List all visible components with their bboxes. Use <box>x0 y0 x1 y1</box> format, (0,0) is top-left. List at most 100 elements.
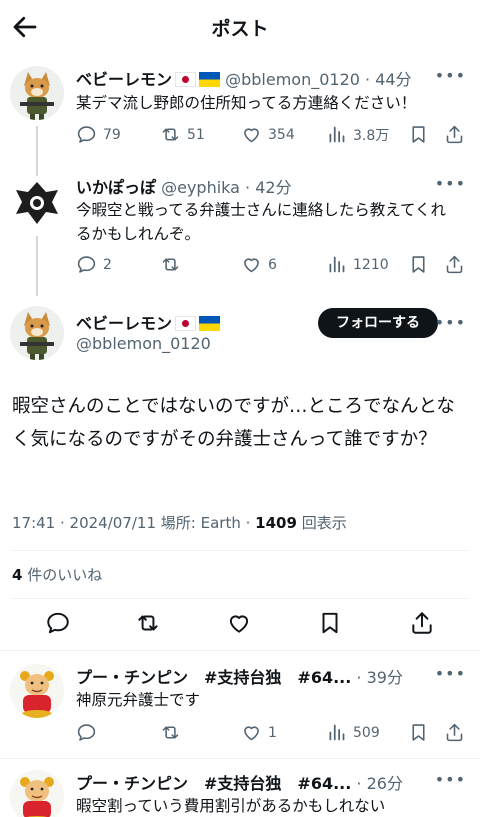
avatar[interactable] <box>10 306 64 360</box>
bookmark-button[interactable] <box>408 722 435 743</box>
top-bar: ポスト <box>0 0 480 54</box>
more-dots-icon[interactable]: ••• <box>435 174 466 193</box>
post-date: 2024/07/11 <box>69 514 157 532</box>
retweet-button[interactable] <box>160 254 187 275</box>
author-handle[interactable]: @eyphika <box>161 178 240 197</box>
bookmark-button[interactable] <box>408 254 435 275</box>
more-dots-icon[interactable]: ••• <box>435 664 466 683</box>
comment-icon <box>76 124 97 145</box>
likes-label: 件のいいね <box>27 566 103 584</box>
reply-button[interactable] <box>76 722 103 743</box>
retweet-icon <box>160 124 181 145</box>
share-icon <box>444 124 465 145</box>
thread-tweet[interactable]: いかぽっぽ @eyphika · 42分 ••• 今暇空と戦ってる弁護士さんに連… <box>0 172 480 296</box>
avatar[interactable] <box>10 770 64 817</box>
author-handle[interactable]: @bblemon_0120 <box>225 70 360 89</box>
reply-button[interactable]: 2 <box>76 254 112 275</box>
retweet-button[interactable] <box>160 722 187 743</box>
views-button[interactable]: 3.8万 <box>326 124 389 145</box>
share-button[interactable] <box>444 124 471 145</box>
share-icon[interactable] <box>409 610 435 636</box>
views-label: 回表示 <box>301 514 347 532</box>
follow-button[interactable]: フォローする <box>318 308 438 338</box>
ukraine-flag-icon <box>199 72 221 87</box>
more-dots-icon[interactable]: ••• <box>435 66 466 85</box>
heart-icon <box>241 722 262 743</box>
action-bar: 79 51 354 3.8万 <box>76 124 466 146</box>
like-button[interactable]: 1 <box>241 722 277 743</box>
japan-flag-icon <box>175 316 197 331</box>
likes-count: 4 <box>12 566 23 584</box>
share-button[interactable] <box>444 722 471 743</box>
action-bar: 1 509 <box>76 722 466 744</box>
avatar[interactable] <box>10 176 64 230</box>
like-count: 354 <box>268 126 295 143</box>
timestamp[interactable]: 42分 <box>255 178 291 197</box>
author-name[interactable]: いかぽっぽ <box>76 178 156 197</box>
views-button[interactable]: 509 <box>326 722 380 743</box>
reply-button[interactable]: 79 <box>76 124 121 145</box>
views-button[interactable]: 1210 <box>326 254 389 275</box>
avatar[interactable] <box>10 66 64 120</box>
comment-icon[interactable] <box>45 610 71 636</box>
action-bar <box>0 610 480 640</box>
timestamp[interactable]: 39分 <box>367 668 403 687</box>
heart-icon[interactable] <box>226 610 252 636</box>
action-bar: 2 6 1210 <box>76 254 466 276</box>
share-button[interactable] <box>444 254 471 275</box>
retweet-button[interactable]: 51 <box>160 124 205 145</box>
retweet-icon[interactable] <box>135 610 161 636</box>
bookmark-icon <box>408 254 429 275</box>
view-count: 1210 <box>353 256 389 273</box>
author-row: ベビーレモン @bblemon_0120 · 44分 <box>76 70 412 89</box>
author-row: いかぽっぽ @eyphika · 42分 <box>76 178 292 197</box>
heart-icon <box>241 254 262 275</box>
bar-chart-icon <box>326 254 347 275</box>
author-name-row: ベビーレモン <box>76 310 320 334</box>
like-button[interactable]: 354 <box>241 124 295 145</box>
share-icon <box>444 722 465 743</box>
retweet-icon <box>160 722 181 743</box>
author-name[interactable]: プー・チンピン #支持台独 #64... <box>76 668 351 687</box>
japan-flag-icon <box>175 72 197 87</box>
bar-chart-icon <box>326 124 347 145</box>
timestamp[interactable]: 26分 <box>367 774 403 793</box>
divider <box>12 598 468 599</box>
more-dots-icon[interactable]: ••• <box>435 313 466 332</box>
timestamp[interactable]: 44分 <box>375 70 411 89</box>
reply-tweet[interactable]: プー・チンピン #支持台独 #64... · 39分 ••• 神原元弁護士です … <box>0 662 480 752</box>
tweet-text: 某デマ流し野郎の住所知ってる方連絡ください！ <box>76 94 417 112</box>
author-row: プー・チンピン #支持台独 #64... · 26分 <box>76 774 403 793</box>
like-count: 6 <box>268 256 277 273</box>
divider <box>0 758 480 759</box>
author-name[interactable]: ベビーレモン <box>76 70 172 89</box>
divider <box>0 650 480 651</box>
author-row: プー・チンピン #支持台独 #64... · 39分 <box>76 668 403 687</box>
divider <box>12 550 468 551</box>
bookmark-icon <box>408 124 429 145</box>
bookmark-button[interactable] <box>408 124 435 145</box>
likes-summary[interactable]: 4 件のいいね <box>12 564 102 585</box>
reply-tweet[interactable]: プー・チンピン #支持台独 #64... · 26分 ••• 暇空割っていう費用… <box>0 768 480 817</box>
view-count: 3.8万 <box>353 127 390 144</box>
author-handle[interactable]: @bblemon_0120 <box>76 334 211 353</box>
more-dots-icon[interactable]: ••• <box>435 770 466 789</box>
comment-icon <box>76 254 97 275</box>
post-time: 17:41 <box>12 514 56 532</box>
bookmark-icon[interactable] <box>317 610 343 636</box>
page-title: ポスト <box>211 18 269 40</box>
view-count: 509 <box>353 724 380 741</box>
comment-icon <box>76 722 97 743</box>
like-button[interactable]: 6 <box>241 254 277 275</box>
tweet-meta: 17:41 · 2024/07/11 場所: Earth · 1409 回表示 <box>12 514 347 532</box>
thread-tweet[interactable]: ベビーレモン @bblemon_0120 · 44分 ••• 某デマ流し野郎の住… <box>0 62 480 178</box>
author-name[interactable]: ベビーレモン <box>76 314 172 333</box>
author-name[interactable]: プー・チンピン #支持台独 #64... <box>76 774 351 793</box>
share-icon <box>444 254 465 275</box>
ukraine-flag-icon <box>199 316 221 331</box>
bookmark-icon <box>408 722 429 743</box>
reply-count: 2 <box>103 256 112 273</box>
avatar[interactable] <box>10 664 64 718</box>
tweet-text: 神原元弁護士です <box>76 691 201 709</box>
like-count: 1 <box>268 724 277 741</box>
